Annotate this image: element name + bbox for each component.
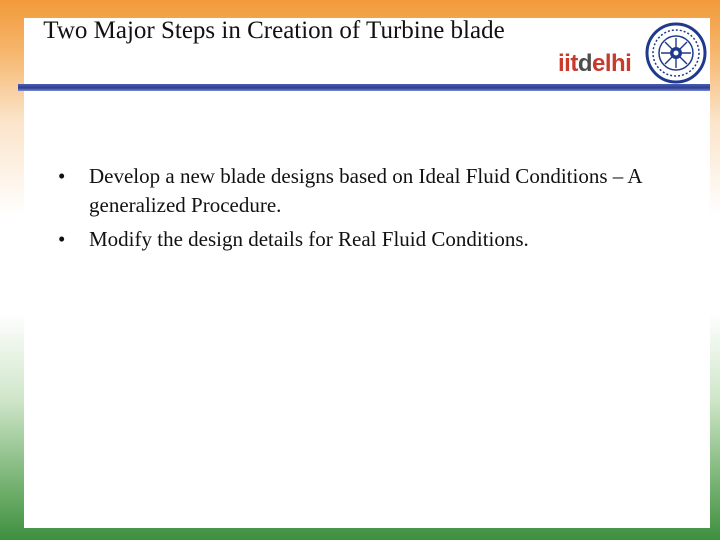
logo-part-d: d	[577, 50, 593, 77]
iit-delhi-seal-icon	[645, 22, 707, 84]
title-divider	[18, 84, 710, 91]
logo-part-iit: iit	[558, 50, 578, 77]
bullet-item: • Develop a new blade designs based on I…	[58, 162, 678, 220]
logo-part-elhi: elhi	[592, 50, 632, 77]
bullet-marker: •	[58, 164, 66, 188]
bullet-text: Modify the design details for Real Fluid…	[89, 227, 529, 251]
bullet-list: • Develop a new blade designs based on I…	[58, 162, 678, 259]
bullet-marker: •	[58, 227, 66, 251]
slide-canvas	[24, 18, 710, 528]
bullet-text: Develop a new blade designs based on Ide…	[89, 164, 642, 217]
iitdelhi-logo: iitdelhi	[558, 50, 632, 78]
bullet-item: • Modify the design details for Real Flu…	[58, 225, 678, 254]
slide-title: Two Major Steps in Creation of Turbine b…	[43, 17, 505, 44]
